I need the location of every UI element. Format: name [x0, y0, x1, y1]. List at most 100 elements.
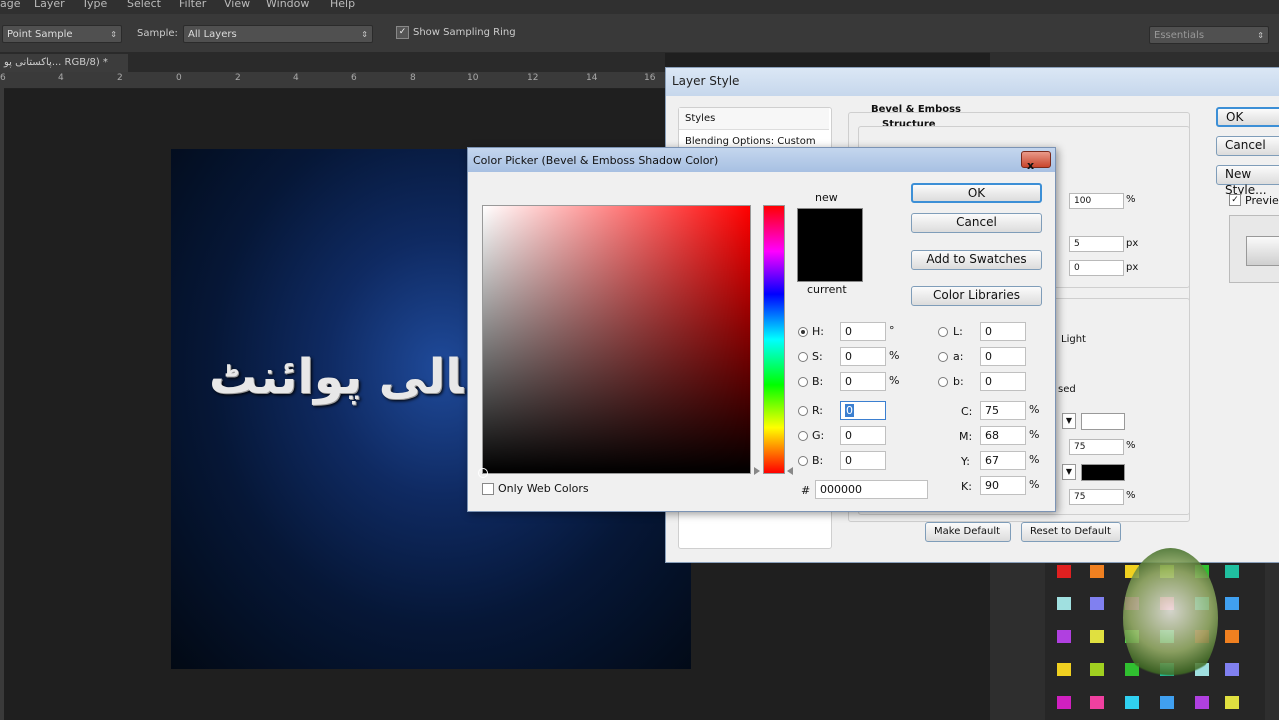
brightness-field[interactable]: 0 [840, 372, 886, 391]
preview-checkbox[interactable]: ✓ [1229, 194, 1241, 206]
green-field[interactable]: 0 [840, 426, 886, 445]
styles-item[interactable]: Styles [679, 108, 829, 130]
current-color-label: current [807, 283, 847, 296]
show-ring-label: Show Sampling Ring [413, 27, 516, 38]
saturation-field[interactable]: 0 [840, 347, 886, 366]
color-swatch[interactable] [1195, 696, 1209, 709]
sample-label: Sample: [137, 28, 178, 39]
shadow-opacity-unit: % [1126, 490, 1136, 501]
reset-default-button[interactable]: Reset to Default [1021, 522, 1121, 542]
ruler-tick-label: 14 [586, 73, 598, 83]
color-swatch[interactable] [1057, 630, 1071, 643]
layer-style-titlebar[interactable]: Layer Style [666, 68, 1279, 96]
hex-field[interactable]: 000000 [815, 480, 928, 499]
color-libraries-button[interactable]: Color Libraries [911, 286, 1042, 306]
menu-item-help[interactable]: Help [330, 0, 355, 10]
menu-item-layer[interactable]: Layer [34, 0, 65, 10]
color-picker-titlebar[interactable]: Color Picker (Bevel & Emboss Shadow Colo… [468, 148, 1055, 172]
lab-a-field[interactable]: 0 [980, 347, 1026, 366]
highlight-color-swatch[interactable] [1081, 413, 1125, 430]
add-to-swatches-button[interactable]: Add to Swatches [911, 250, 1042, 270]
black-field[interactable]: 90 [980, 476, 1026, 495]
sample-size-dropdown[interactable]: Point Sample ⇕ [2, 25, 122, 43]
magenta-unit: % [1029, 428, 1040, 441]
color-swatch[interactable] [1125, 696, 1139, 709]
preview-label: Preview [1245, 194, 1279, 207]
color-cursor[interactable] [478, 468, 488, 478]
saturation-brightness-field[interactable] [478, 205, 751, 478]
color-swatch[interactable] [1057, 597, 1071, 610]
show-ring-checkbox[interactable]: ✓ [396, 26, 409, 39]
lab-b-field[interactable]: 0 [980, 372, 1026, 391]
only-web-colors-checkbox[interactable] [482, 483, 494, 495]
close-button[interactable]: x [1021, 151, 1051, 172]
green-radio[interactable] [798, 431, 808, 441]
hue-radio[interactable] [798, 327, 808, 337]
blue-field[interactable]: 0 [840, 451, 886, 470]
channel-logo [1123, 548, 1218, 688]
vertical-ruler [0, 88, 4, 720]
color-swatch[interactable] [1225, 696, 1239, 709]
hue-slider-handle-left[interactable] [754, 467, 760, 475]
document-tab-label: پاکستانی پو... RGB/8) * [4, 57, 108, 68]
hue-field[interactable]: 0 [840, 322, 886, 341]
color-swatch[interactable] [1225, 597, 1239, 610]
yellow-field[interactable]: 67 [980, 451, 1026, 470]
menu-item-view[interactable]: View [224, 0, 250, 10]
hue-slider[interactable] [763, 205, 785, 474]
saturation-radio[interactable] [798, 352, 808, 362]
color-swatch[interactable] [1090, 630, 1104, 643]
make-default-button[interactable]: Make Default [925, 522, 1011, 542]
cyan-field[interactable]: 75 [980, 401, 1026, 420]
red-field[interactable]: 0 [840, 401, 886, 420]
menu-item-type[interactable]: Type [82, 0, 107, 10]
color-swatch[interactable] [1057, 696, 1071, 709]
menu-item-select[interactable]: Select [127, 0, 161, 10]
color-swatch[interactable] [1090, 597, 1104, 610]
menu-item[interactable]: age [0, 0, 21, 10]
shadow-color-swatch[interactable] [1081, 464, 1125, 481]
color-swatch[interactable] [1160, 696, 1174, 709]
document-tab[interactable]: پاکستانی پو... RGB/8) * [0, 54, 128, 72]
lab-l-field[interactable]: 0 [980, 322, 1026, 341]
sample-dropdown[interactable]: All Layers ⇕ [183, 25, 373, 43]
highlight-opacity-field[interactable]: 75 [1069, 439, 1124, 455]
brightness-label: B: [812, 375, 824, 388]
color-swatch[interactable] [1090, 696, 1104, 709]
new-style-button[interactable]: New Style... [1216, 165, 1279, 197]
layer-style-ok-button[interactable]: OK [1216, 107, 1279, 127]
soften-unit: px [1126, 262, 1139, 273]
color-swatch[interactable] [1225, 663, 1239, 676]
lab-l-radio[interactable] [938, 327, 948, 337]
size-field[interactable]: 5 [1069, 236, 1124, 252]
color-swatch[interactable] [1057, 565, 1071, 578]
magenta-field[interactable]: 68 [980, 426, 1026, 445]
red-radio[interactable] [798, 406, 808, 416]
shadow-mode-dropdown[interactable]: ▼ [1062, 464, 1076, 480]
lab-b-label: b: [953, 375, 964, 388]
layer-style-cancel-button[interactable]: Cancel [1216, 136, 1279, 156]
menu-item-filter[interactable]: Filter [179, 0, 206, 10]
color-picker-ok-button[interactable]: OK [911, 183, 1042, 203]
color-swatch[interactable] [1090, 565, 1104, 578]
lab-a-radio[interactable] [938, 352, 948, 362]
soften-field[interactable]: 0 [1069, 260, 1124, 276]
color-swatch[interactable] [1225, 565, 1239, 578]
ruler-tick-label: 6 [0, 73, 6, 83]
color-picker-cancel-button[interactable]: Cancel [911, 213, 1042, 233]
shadow-opacity-field[interactable]: 75 [1069, 489, 1124, 505]
ruler-tick-label: 8 [410, 73, 416, 83]
lab-b-radio[interactable] [938, 377, 948, 387]
menu-item-window[interactable]: Window [266, 0, 309, 10]
hue-unit: ° [889, 324, 895, 337]
color-swatch[interactable] [1057, 663, 1071, 676]
hue-slider-handle-right[interactable] [787, 467, 793, 475]
color-swatch[interactable] [1090, 663, 1104, 676]
highlight-mode-dropdown[interactable]: ▼ [1062, 413, 1076, 429]
color-swatch[interactable] [1225, 630, 1239, 643]
blue-radio[interactable] [798, 456, 808, 466]
workspace-dropdown[interactable]: Essentials ⇕ [1149, 26, 1269, 44]
black-label: K: [961, 480, 972, 493]
depth-field[interactable]: 100 [1069, 193, 1124, 209]
brightness-radio[interactable] [798, 377, 808, 387]
